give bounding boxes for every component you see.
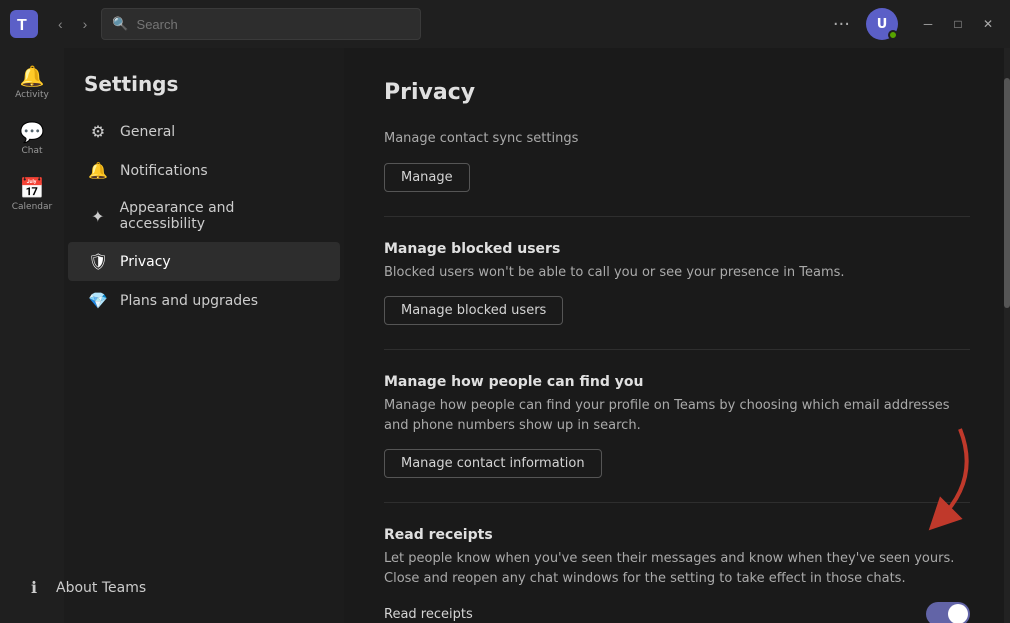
plans-icon: 💎 [88,291,108,310]
section-contact-sync: Manage contact sync settings Manage [384,129,970,217]
close-button[interactable]: ✕ [974,10,1002,38]
appearance-label: Appearance and accessibility [120,200,320,232]
notifications-icon: 🔔 [88,161,108,180]
read-receipts-toggle[interactable] [926,602,970,623]
avatar[interactable]: U [866,8,898,40]
notifications-label: Notifications [120,163,208,179]
manage-button[interactable]: Manage [384,163,470,192]
scrollbar-track [1004,48,1010,623]
forward-button[interactable]: › [77,12,94,36]
settings-sidebar: Settings ⚙ General 🔔 Notifications ✦ App… [64,48,344,623]
section-read-receipts: Read receipts Let people know when you'v… [384,527,970,623]
manage-contact-info-button[interactable]: Manage contact information [384,449,602,478]
search-icon: 🔍 [112,17,128,32]
activity-icon: 🔔 [20,64,45,88]
maximize-button[interactable]: □ [944,10,972,38]
content-area: Privacy Manage contact sync settings Man… [344,48,1010,623]
sidebar-item-about[interactable]: ℹ About Teams [64,568,284,607]
read-receipts-label: Read receipts [384,607,473,622]
privacy-label: Privacy [120,254,171,270]
chat-label: Chat [21,146,42,156]
minimize-button[interactable]: ─ [914,10,942,38]
sidebar-title: Settings [64,64,344,112]
scrollbar-thumb[interactable] [1004,78,1010,308]
search-bar: 🔍 [101,8,421,40]
main-layout: 🔔 Activity 💬 Chat 📅 Calendar Settings ⚙ … [0,48,1010,623]
svg-text:T: T [17,17,27,34]
contact-sync-desc: Manage contact sync settings [384,129,970,149]
manage-blocked-users-button[interactable]: Manage blocked users [384,296,563,325]
sidebar-item-chat[interactable]: 💬 Chat [4,112,60,164]
general-icon: ⚙ [88,122,108,141]
online-indicator [888,30,898,40]
sidebar-item-plans[interactable]: 💎 Plans and upgrades [68,281,340,320]
sidebar-item-appearance[interactable]: ✦ Appearance and accessibility [68,190,340,242]
section-blocked-users: Manage blocked users Blocked users won't… [384,241,970,351]
titlebar: T ‹ › 🔍 ··· U ─ □ ✕ [0,0,1010,48]
section-find-you: Manage how people can find you Manage ho… [384,374,970,503]
blocked-users-title: Manage blocked users [384,241,970,257]
find-you-title: Manage how people can find you [384,374,970,390]
toggle-knob [948,604,968,623]
search-input[interactable] [137,17,411,32]
left-nav: 🔔 Activity 💬 Chat 📅 Calendar [0,48,64,623]
find-you-desc: Manage how people can find your profile … [384,396,970,435]
sidebar-item-general[interactable]: ⚙ General [68,112,340,151]
sidebar-item-privacy[interactable]: 🛡 Privacy [68,242,340,281]
read-receipts-title: Read receipts [384,527,970,543]
read-receipts-desc: Let people know when you've seen their m… [384,549,970,588]
about-label: About Teams [64,580,146,596]
calendar-icon: 📅 [20,176,45,200]
privacy-icon: 🛡 [88,252,108,271]
more-options-button[interactable]: ··· [825,10,858,39]
appearance-icon: ✦ [88,207,108,226]
teams-logo-icon: T [8,8,40,40]
general-label: General [120,124,175,140]
activity-label: Activity [15,90,49,100]
window-controls: ─ □ ✕ [914,10,1002,38]
calendar-label: Calendar [12,202,52,212]
sidebar-item-calendar[interactable]: 📅 Calendar [4,168,60,220]
blocked-users-desc: Blocked users won't be able to call you … [384,263,970,283]
plans-label: Plans and upgrades [120,293,258,309]
chat-icon: 💬 [20,120,45,144]
avatar-initials: U [877,17,888,32]
sidebar-item-notifications[interactable]: 🔔 Notifications [68,151,340,190]
read-receipts-row: Read receipts [384,602,970,623]
sidebar-item-activity[interactable]: 🔔 Activity [4,56,60,108]
back-button[interactable]: ‹ [52,12,69,36]
page-title: Privacy [384,80,970,105]
